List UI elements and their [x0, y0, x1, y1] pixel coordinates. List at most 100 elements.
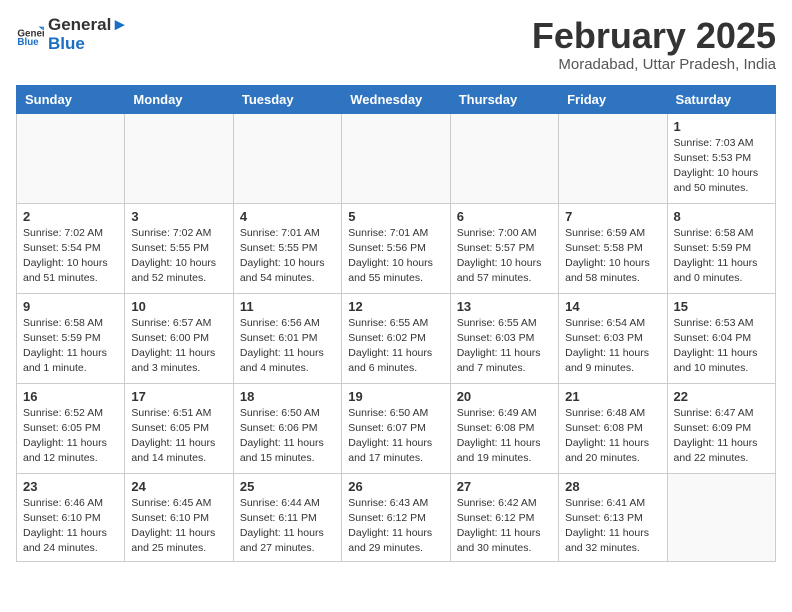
- day-number: 24: [131, 479, 226, 494]
- day-info: Sunrise: 6:50 AM Sunset: 6:06 PM Dayligh…: [240, 406, 335, 467]
- calendar-header-row: SundayMondayTuesdayWednesdayThursdayFrid…: [17, 85, 776, 113]
- calendar-cell: [125, 113, 233, 203]
- day-info: Sunrise: 6:42 AM Sunset: 6:12 PM Dayligh…: [457, 496, 552, 557]
- calendar-cell: 12 Sunrise: 6:55 AM Sunset: 6:02 PM Dayli…: [342, 293, 450, 383]
- day-number: 8: [674, 209, 769, 224]
- day-number: 1: [674, 119, 769, 134]
- day-info: Sunrise: 7:02 AM Sunset: 5:55 PM Dayligh…: [131, 226, 226, 287]
- calendar-cell: [17, 113, 125, 203]
- calendar-cell: [233, 113, 341, 203]
- calendar-cell: 5 Sunrise: 7:01 AM Sunset: 5:56 PM Daylig…: [342, 203, 450, 293]
- day-info: Sunrise: 6:59 AM Sunset: 5:58 PM Dayligh…: [565, 226, 660, 287]
- day-info: Sunrise: 6:48 AM Sunset: 6:08 PM Dayligh…: [565, 406, 660, 467]
- day-number: 7: [565, 209, 660, 224]
- calendar-cell: 28 Sunrise: 6:41 AM Sunset: 6:13 PM Dayli…: [559, 473, 667, 562]
- day-info: Sunrise: 6:46 AM Sunset: 6:10 PM Dayligh…: [23, 496, 118, 557]
- calendar-cell: 15 Sunrise: 6:53 AM Sunset: 6:04 PM Dayli…: [667, 293, 775, 383]
- day-info: Sunrise: 6:51 AM Sunset: 6:05 PM Dayligh…: [131, 406, 226, 467]
- day-number: 28: [565, 479, 660, 494]
- calendar-week-row: 9 Sunrise: 6:58 AM Sunset: 5:59 PM Daylig…: [17, 293, 776, 383]
- page-header: General Blue General► Blue February 2025…: [16, 16, 776, 73]
- calendar-cell: 9 Sunrise: 6:58 AM Sunset: 5:59 PM Daylig…: [17, 293, 125, 383]
- day-number: 14: [565, 299, 660, 314]
- day-number: 6: [457, 209, 552, 224]
- day-info: Sunrise: 7:03 AM Sunset: 5:53 PM Dayligh…: [674, 136, 769, 197]
- calendar-cell: 24 Sunrise: 6:45 AM Sunset: 6:10 PM Dayli…: [125, 473, 233, 562]
- day-number: 15: [674, 299, 769, 314]
- calendar-cell: 3 Sunrise: 7:02 AM Sunset: 5:55 PM Daylig…: [125, 203, 233, 293]
- day-number: 13: [457, 299, 552, 314]
- day-number: 17: [131, 389, 226, 404]
- day-info: Sunrise: 7:00 AM Sunset: 5:57 PM Dayligh…: [457, 226, 552, 287]
- calendar-cell: 26 Sunrise: 6:43 AM Sunset: 6:12 PM Dayli…: [342, 473, 450, 562]
- weekday-header-friday: Friday: [559, 85, 667, 113]
- day-info: Sunrise: 6:54 AM Sunset: 6:03 PM Dayligh…: [565, 316, 660, 377]
- calendar-cell: 2 Sunrise: 7:02 AM Sunset: 5:54 PM Daylig…: [17, 203, 125, 293]
- calendar-cell: 20Sunrise: 6:49 AM Sunset: 6:08 PM Dayli…: [450, 383, 558, 473]
- day-number: 5: [348, 209, 443, 224]
- weekday-header-saturday: Saturday: [667, 85, 775, 113]
- calendar-week-row: 23Sunrise: 6:46 AM Sunset: 6:10 PM Dayli…: [17, 473, 776, 562]
- calendar-cell: 11 Sunrise: 6:56 AM Sunset: 6:01 PM Dayli…: [233, 293, 341, 383]
- day-number: 19: [348, 389, 443, 404]
- calendar-week-row: 1 Sunrise: 7:03 AM Sunset: 5:53 PM Daylig…: [17, 113, 776, 203]
- weekday-header-sunday: Sunday: [17, 85, 125, 113]
- day-number: 2: [23, 209, 118, 224]
- day-info: Sunrise: 6:57 AM Sunset: 6:00 PM Dayligh…: [131, 316, 226, 377]
- day-info: Sunrise: 6:58 AM Sunset: 5:59 PM Dayligh…: [674, 226, 769, 287]
- day-info: Sunrise: 6:41 AM Sunset: 6:13 PM Dayligh…: [565, 496, 660, 557]
- day-number: 9: [23, 299, 118, 314]
- calendar-cell: [667, 473, 775, 562]
- day-number: 26: [348, 479, 443, 494]
- calendar-week-row: 16Sunrise: 6:52 AM Sunset: 6:05 PM Dayli…: [17, 383, 776, 473]
- day-number: 22: [674, 389, 769, 404]
- day-number: 25: [240, 479, 335, 494]
- day-info: Sunrise: 6:50 AM Sunset: 6:07 PM Dayligh…: [348, 406, 443, 467]
- calendar-cell: 27 Sunrise: 6:42 AM Sunset: 6:12 PM Dayli…: [450, 473, 558, 562]
- day-info: Sunrise: 6:58 AM Sunset: 5:59 PM Dayligh…: [23, 316, 118, 377]
- logo-blue-text: Blue: [48, 35, 128, 54]
- calendar-cell: 23Sunrise: 6:46 AM Sunset: 6:10 PM Dayli…: [17, 473, 125, 562]
- calendar-cell: 16Sunrise: 6:52 AM Sunset: 6:05 PM Dayli…: [17, 383, 125, 473]
- day-info: Sunrise: 6:49 AM Sunset: 6:08 PM Dayligh…: [457, 406, 552, 467]
- day-number: 21: [565, 389, 660, 404]
- calendar-cell: 7 Sunrise: 6:59 AM Sunset: 5:58 PM Daylig…: [559, 203, 667, 293]
- day-info: Sunrise: 6:55 AM Sunset: 6:02 PM Dayligh…: [348, 316, 443, 377]
- calendar-table: SundayMondayTuesdayWednesdayThursdayFrid…: [16, 85, 776, 563]
- calendar-cell: 1 Sunrise: 7:03 AM Sunset: 5:53 PM Daylig…: [667, 113, 775, 203]
- title-block: February 2025 Moradabad, Uttar Pradesh, …: [532, 16, 776, 73]
- day-number: 27: [457, 479, 552, 494]
- calendar-cell: 10 Sunrise: 6:57 AM Sunset: 6:00 PM Dayli…: [125, 293, 233, 383]
- day-info: Sunrise: 6:53 AM Sunset: 6:04 PM Dayligh…: [674, 316, 769, 377]
- svg-text:Blue: Blue: [17, 36, 39, 47]
- day-info: Sunrise: 6:45 AM Sunset: 6:10 PM Dayligh…: [131, 496, 226, 557]
- day-number: 11: [240, 299, 335, 314]
- day-info: Sunrise: 6:55 AM Sunset: 6:03 PM Dayligh…: [457, 316, 552, 377]
- weekday-header-tuesday: Tuesday: [233, 85, 341, 113]
- day-info: Sunrise: 6:43 AM Sunset: 6:12 PM Dayligh…: [348, 496, 443, 557]
- calendar-cell: 25 Sunrise: 6:44 AM Sunset: 6:11 PM Dayli…: [233, 473, 341, 562]
- calendar-cell: 14 Sunrise: 6:54 AM Sunset: 6:03 PM Dayli…: [559, 293, 667, 383]
- calendar-cell: 19 Sunrise: 6:50 AM Sunset: 6:07 PM Dayli…: [342, 383, 450, 473]
- day-info: Sunrise: 6:47 AM Sunset: 6:09 PM Dayligh…: [674, 406, 769, 467]
- calendar-cell: [342, 113, 450, 203]
- calendar-cell: 6 Sunrise: 7:00 AM Sunset: 5:57 PM Daylig…: [450, 203, 558, 293]
- location-subtitle: Moradabad, Uttar Pradesh, India: [532, 56, 776, 73]
- weekday-header-monday: Monday: [125, 85, 233, 113]
- calendar-cell: 8 Sunrise: 6:58 AM Sunset: 5:59 PM Daylig…: [667, 203, 775, 293]
- calendar-cell: 4Sunrise: 7:01 AM Sunset: 5:55 PM Daylig…: [233, 203, 341, 293]
- calendar-cell: [450, 113, 558, 203]
- day-number: 3: [131, 209, 226, 224]
- day-info: Sunrise: 6:56 AM Sunset: 6:01 PM Dayligh…: [240, 316, 335, 377]
- day-number: 10: [131, 299, 226, 314]
- day-number: 12: [348, 299, 443, 314]
- day-info: Sunrise: 7:02 AM Sunset: 5:54 PM Dayligh…: [23, 226, 118, 287]
- day-number: 18: [240, 389, 335, 404]
- calendar-cell: 13 Sunrise: 6:55 AM Sunset: 6:03 PM Dayli…: [450, 293, 558, 383]
- weekday-header-thursday: Thursday: [450, 85, 558, 113]
- day-info: Sunrise: 7:01 AM Sunset: 5:56 PM Dayligh…: [348, 226, 443, 287]
- day-number: 4: [240, 209, 335, 224]
- month-title: February 2025: [532, 16, 776, 56]
- day-info: Sunrise: 6:44 AM Sunset: 6:11 PM Dayligh…: [240, 496, 335, 557]
- calendar-cell: [559, 113, 667, 203]
